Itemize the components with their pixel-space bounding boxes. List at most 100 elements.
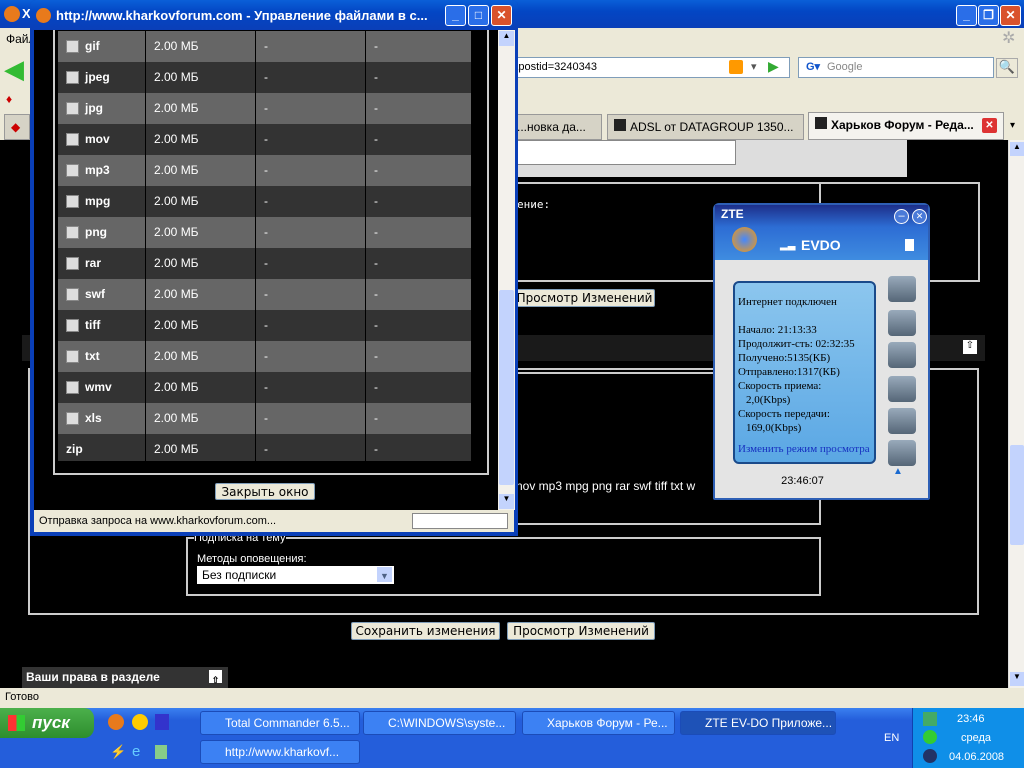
tab-favicon (614, 119, 626, 131)
allowed-extensions: nov mp3 mpg png rar swf tiff txt w (516, 479, 696, 493)
tab-close-icon[interactable]: ✕ (982, 118, 997, 133)
progress-field (412, 513, 508, 529)
throbber-icon: ✲ (1002, 30, 1016, 47)
clock-time[interactable]: 23:46 (957, 713, 985, 725)
scroll-up-icon[interactable]: ▲ (1010, 142, 1024, 156)
rights-header: Ваши права в разделе ⇧ (22, 667, 228, 688)
firefox-icon (36, 8, 51, 23)
help-icon[interactable] (888, 440, 916, 466)
zte-info-panel: Интернет подключен Начало: 21:13:33 Прод… (733, 281, 876, 464)
page-scrollbar[interactable]: ▲ ▼ (1008, 140, 1024, 688)
ext-cell: wmv (58, 372, 146, 403)
task-label: http://www.kharkovf... (225, 745, 340, 759)
task-firefox-popup[interactable]: http://www.kharkovf... (200, 740, 360, 764)
collapse-icon[interactable]: ⇧ (209, 670, 222, 685)
minimize-button[interactable]: _ (956, 5, 977, 26)
settings-icon[interactable] (888, 408, 916, 434)
search-icon[interactable]: 🔍 (996, 58, 1018, 78)
popup-scrollbar[interactable]: ▲ ▼ (498, 30, 515, 510)
max-height: - (366, 62, 472, 93)
back-button[interactable]: ◀ (4, 54, 24, 85)
zte-tray-icon[interactable] (923, 712, 937, 726)
ext-cell: gif (58, 31, 146, 62)
scroll-thumb[interactable] (1010, 445, 1024, 545)
restore-button[interactable]: ❐ (978, 5, 999, 26)
go-icon[interactable]: ▶ (768, 58, 779, 75)
sms-envelope-icon[interactable] (888, 310, 916, 336)
quicklaunch-pe-icon[interactable] (155, 714, 169, 730)
task-zte[interactable]: ZTE EV-DO Приложе... (680, 711, 836, 735)
notify-value: Без подписки (202, 568, 277, 582)
scroll-down-icon[interactable]: ▼ (499, 494, 514, 509)
close-button[interactable]: ✕ (1000, 5, 1021, 26)
bookmark-icon[interactable]: ♦ (6, 92, 12, 106)
scroll-up-icon[interactable]: ▲ (499, 31, 514, 46)
quicklaunch-firefox-icon[interactable] (108, 714, 124, 730)
table-row: rar 2.00 МБ - - (58, 248, 472, 279)
quicklaunch-desktop-icon[interactable] (155, 745, 167, 759)
close-window-button[interactable]: Закрыть окно (215, 483, 315, 500)
tab-3-active[interactable]: Харьков Форум - Реда... ✕ (808, 112, 1004, 140)
dropdown-icon[interactable]: ▾ (751, 58, 757, 77)
task-firefox-forum[interactable]: Харьков Форум - Ре... (522, 711, 675, 735)
popup-maximize-button[interactable]: □ (468, 5, 489, 26)
ext: png (85, 225, 107, 239)
network-type: EVDO (801, 237, 841, 253)
scroll-thumb[interactable] (499, 290, 514, 485)
sync-icon[interactable] (888, 376, 916, 402)
quicklaunch-ie-icon[interactable]: e (132, 743, 140, 760)
tab-1[interactable]: ...новка да... (510, 114, 602, 140)
close-icon[interactable]: ✕ (912, 209, 927, 224)
google-icon[interactable]: G▾ (799, 58, 827, 77)
rights-title: Ваши права в разделе (26, 670, 160, 684)
quicklaunch-winamp-icon[interactable]: ⚡ (110, 744, 126, 760)
ext: mpg (85, 194, 111, 208)
internet-explorer-icon[interactable] (888, 276, 916, 302)
ext: swf (85, 287, 106, 301)
file-type-icon (66, 257, 79, 271)
rss-icon[interactable] (729, 60, 743, 74)
search-input[interactable]: G▾ Google (798, 57, 994, 78)
ext-cell: mp3 (58, 155, 146, 186)
message-area (500, 140, 907, 177)
max-height: - (366, 217, 472, 248)
table-row: zip 2.00 МБ - - (58, 434, 472, 461)
preview-changes-button[interactable]: Просмотр Изменений (514, 289, 655, 307)
preview-changes-button-2[interactable]: Просмотр Изменений (507, 622, 655, 640)
max-height: - (366, 155, 472, 186)
tray-icon[interactable] (923, 749, 937, 763)
tx-label: Скорость передачи: (738, 408, 830, 420)
max-height: - (366, 186, 472, 217)
ext-cell: rar (58, 248, 146, 279)
change-view-link[interactable]: Изменить режим просмотра (738, 442, 871, 456)
quicklaunch-radiation-icon[interactable] (132, 714, 148, 730)
task-cmd[interactable]: C:\WINDOWS\syste... (363, 711, 516, 735)
popup-close-button[interactable]: ✕ (491, 5, 512, 26)
max-width: - (256, 93, 366, 124)
notify-select[interactable]: Без подписки ▼ (197, 566, 394, 584)
max-height: - (366, 310, 472, 341)
start-button[interactable]: пуск (0, 708, 94, 738)
tab-pinned[interactable]: ◆ (4, 114, 30, 140)
tab-2[interactable]: ADSL от DATAGROUP 1350... (607, 114, 804, 140)
task-total-commander[interactable]: Total Commander 6.5... (200, 711, 360, 735)
file-type-icon (66, 381, 79, 395)
max-height: - (366, 372, 472, 403)
minimize-icon[interactable]: – (894, 209, 909, 224)
language-indicator[interactable]: EN (884, 732, 899, 744)
popup-minimize-button[interactable]: _ (445, 5, 466, 26)
connect-globe-icon[interactable] (732, 227, 757, 252)
rx-speed: 2,0(Kbps) (746, 394, 791, 406)
max-width: - (256, 372, 366, 403)
expand-arrow-icon[interactable]: ▲ (893, 466, 903, 477)
popup-status-text: Отправка запроса на www.kharkovforum.com… (39, 515, 277, 527)
network-tray-icon[interactable] (923, 730, 937, 744)
save-changes-button[interactable]: Сохранить изменения (351, 622, 500, 640)
search-placeholder: Google (827, 61, 863, 73)
tab-favicon (815, 117, 827, 129)
tab-list-icon[interactable]: ▾ (1010, 120, 1015, 131)
phonebook-icon[interactable] (888, 342, 916, 368)
scroll-down-icon[interactable]: ▼ (1010, 672, 1024, 686)
url-bar[interactable]: &postid=3240343 ▾ (510, 57, 790, 78)
collapse-icon[interactable]: ⇧ (963, 340, 977, 354)
